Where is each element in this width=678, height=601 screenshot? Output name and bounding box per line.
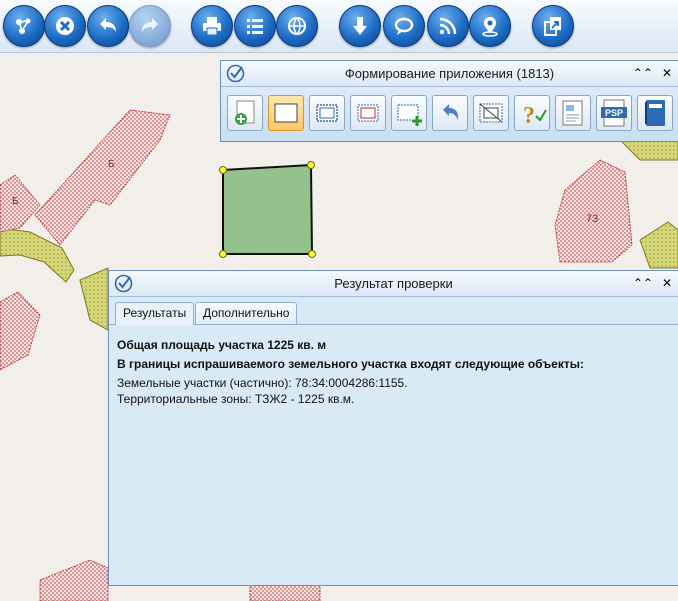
map-label: Б bbox=[108, 159, 115, 170]
layers-button[interactable] bbox=[3, 5, 45, 47]
rss-icon bbox=[439, 17, 457, 35]
cancel-button[interactable] bbox=[44, 5, 86, 47]
result-tabs: Результаты Дополнительно bbox=[109, 297, 678, 325]
close-x-icon[interactable]: ✕ bbox=[662, 276, 672, 290]
double-chevron-up-icon[interactable]: ⌃⌃ bbox=[633, 66, 653, 80]
export-icon bbox=[544, 17, 561, 36]
selected-parcel[interactable] bbox=[222, 163, 314, 255]
tool-psp[interactable]: PSP bbox=[596, 95, 632, 131]
tool-undo[interactable] bbox=[432, 95, 468, 131]
tab-additional[interactable]: Дополнительно bbox=[195, 302, 298, 324]
parcel-vertex[interactable] bbox=[307, 161, 315, 169]
download-icon bbox=[353, 17, 367, 35]
result-content: Общая площадь участка 1225 кв. м В грани… bbox=[109, 324, 678, 407]
globe-button[interactable] bbox=[276, 5, 318, 47]
tool-help[interactable]: ? bbox=[514, 95, 550, 131]
tool-add[interactable] bbox=[227, 95, 263, 131]
tab-results[interactable]: Результаты bbox=[115, 302, 195, 325]
svg-text:?: ? bbox=[523, 103, 535, 129]
form-panel-title: Формирование приложения (1813) bbox=[344, 66, 555, 81]
close-icon bbox=[56, 17, 74, 35]
select-frame-icon bbox=[274, 103, 298, 123]
frame-icon bbox=[316, 104, 338, 122]
parcel-vertex[interactable] bbox=[219, 250, 227, 258]
notebook-icon bbox=[645, 100, 665, 126]
print-icon bbox=[203, 17, 221, 36]
redo-icon bbox=[142, 18, 158, 32]
document-icon bbox=[562, 100, 583, 126]
tool-frame-add[interactable] bbox=[391, 95, 427, 131]
result-panel-titlebar[interactable]: Результат проверки ⌃⌃ ✕ bbox=[109, 271, 678, 297]
frame-add-icon bbox=[397, 104, 422, 126]
tool-select-frame[interactable] bbox=[268, 95, 304, 131]
comment-button[interactable] bbox=[383, 5, 425, 47]
svg-text:PSP: PSP bbox=[605, 108, 623, 118]
tool-frame-red[interactable] bbox=[350, 95, 386, 131]
tool-document[interactable] bbox=[555, 95, 591, 131]
map-label: Б bbox=[12, 196, 19, 207]
location-button[interactable] bbox=[469, 5, 511, 47]
check-result-panel: Результат проверки ⌃⌃ ✕ Результаты Допол… bbox=[108, 270, 678, 586]
export-button[interactable] bbox=[532, 5, 574, 47]
list-icon bbox=[247, 19, 263, 34]
tool-frame-diagonal[interactable] bbox=[473, 95, 509, 131]
frame-red-icon bbox=[357, 104, 379, 122]
undo-icon bbox=[100, 18, 116, 32]
help-icon: ? bbox=[523, 103, 547, 129]
form-panel-tools: ? PSP bbox=[221, 87, 678, 141]
main-toolbar bbox=[0, 0, 678, 53]
form-panel-titlebar[interactable]: Формирование приложения (1813) ⌃⌃ ✕ bbox=[221, 61, 678, 87]
close-x-icon[interactable]: ✕ bbox=[662, 66, 672, 80]
undo-button[interactable] bbox=[87, 5, 129, 47]
parcel-vertex[interactable] bbox=[308, 250, 316, 258]
print-button[interactable] bbox=[191, 5, 233, 47]
map-label: 73 bbox=[586, 213, 598, 225]
location-pin-icon bbox=[482, 17, 498, 37]
psp-icon: PSP bbox=[601, 99, 627, 127]
rss-button[interactable] bbox=[427, 5, 469, 47]
tool-notebook[interactable] bbox=[637, 95, 673, 131]
total-area-text: Общая площадь участка 1225 кв. м bbox=[117, 338, 327, 352]
form-application-panel: Формирование приложения (1813) ⌃⌃ ✕ ? PS… bbox=[220, 60, 678, 142]
undo-tool-icon bbox=[443, 104, 459, 120]
parcel-vertex[interactable] bbox=[219, 166, 227, 174]
bounds-heading: В границы испрашиваемого земельного учас… bbox=[117, 357, 584, 371]
building bbox=[249, 584, 321, 601]
comment-icon bbox=[394, 17, 414, 35]
frame-diagonal-icon bbox=[479, 103, 503, 123]
layers-icon bbox=[16, 18, 31, 34]
download-button[interactable] bbox=[339, 5, 381, 47]
list-button[interactable] bbox=[234, 5, 276, 47]
globe-icon bbox=[288, 17, 306, 36]
tool-frame[interactable] bbox=[309, 95, 345, 131]
redo-button[interactable] bbox=[129, 5, 171, 47]
result-panel-title: Результат проверки bbox=[334, 276, 453, 291]
double-chevron-up-icon[interactable]: ⌃⌃ bbox=[633, 276, 653, 290]
add-icon bbox=[235, 100, 255, 125]
land-parcels-text: Земельные участки (частично): 78:34:0004… bbox=[117, 376, 408, 390]
territorial-zones-text: Территориальные зоны: ТЗЖ2 - 1225 кв.м. bbox=[117, 392, 355, 406]
